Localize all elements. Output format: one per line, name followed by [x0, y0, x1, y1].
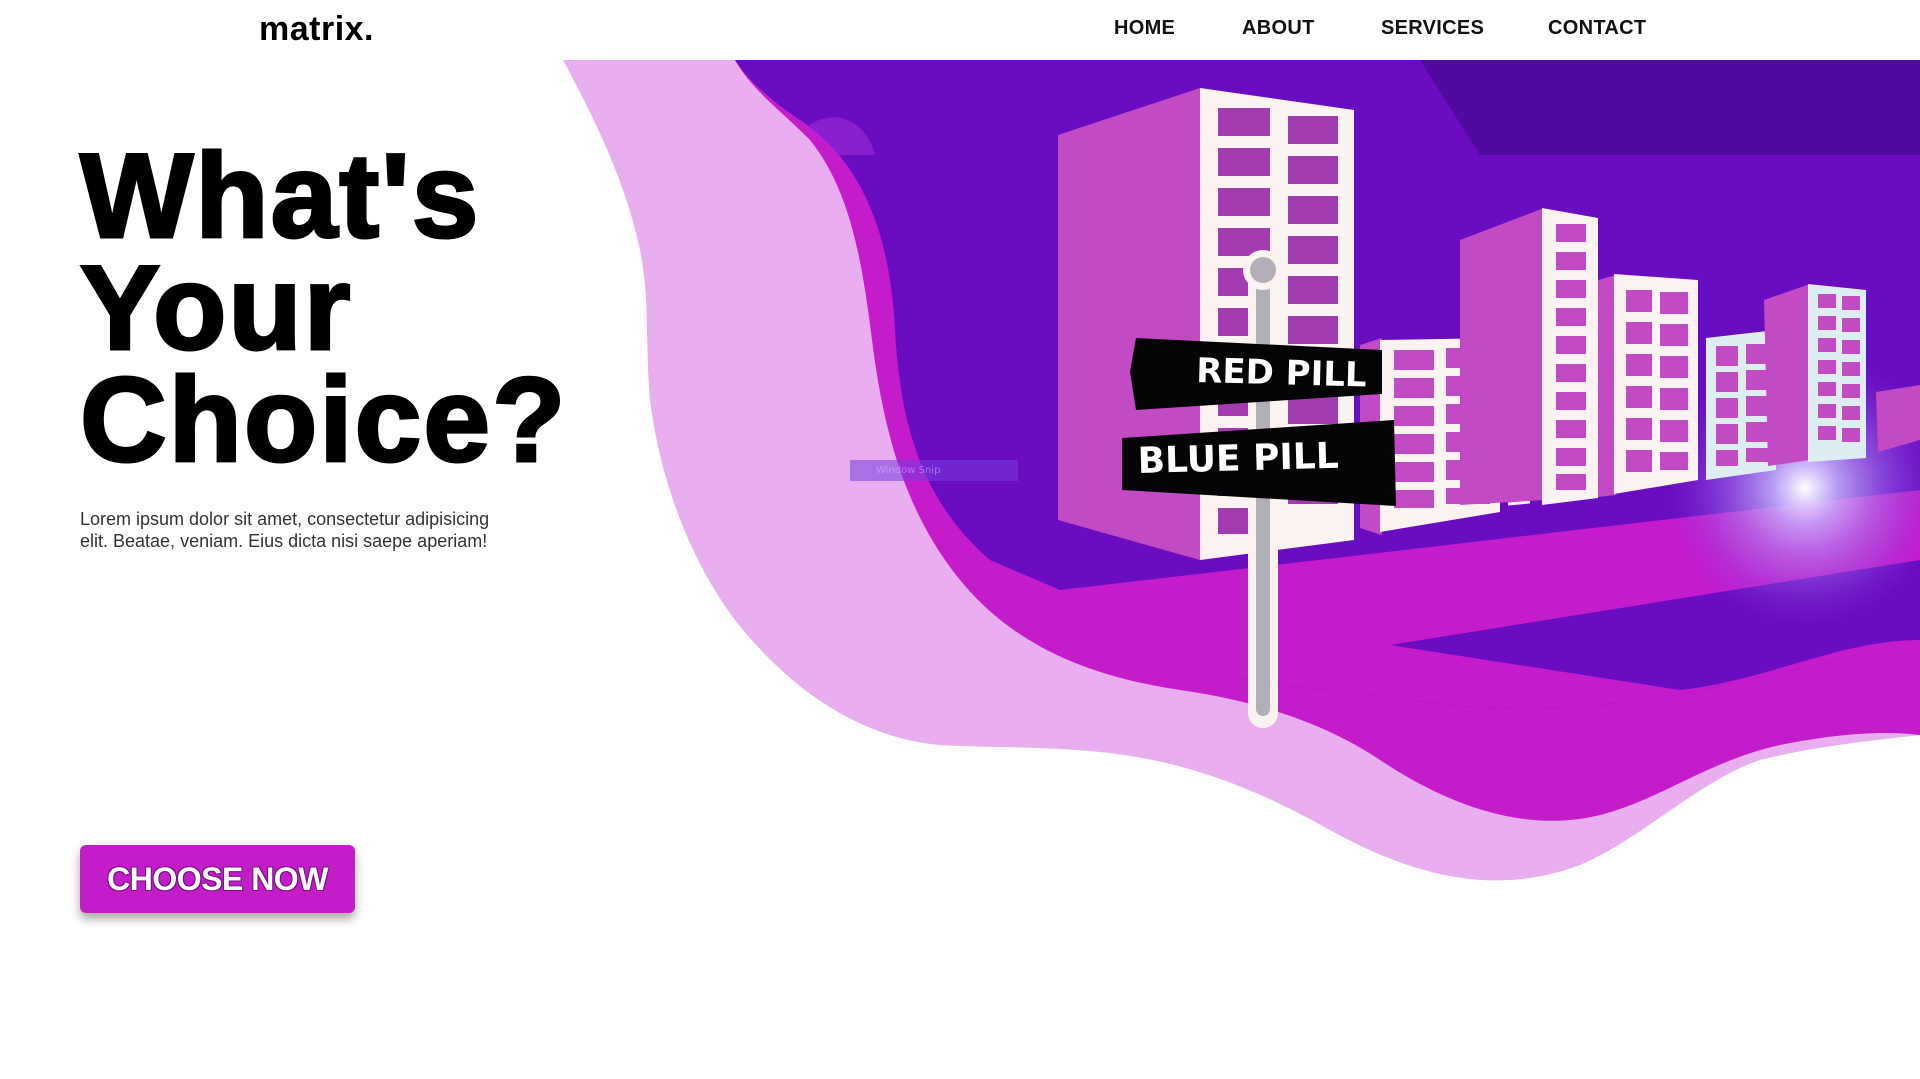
nav-home[interactable]: HOME — [1114, 17, 1175, 40]
sign-red-pill: RED PILL — [1196, 351, 1367, 395]
hero-description: Lorem ipsum dolor sit amet, consectetur … — [80, 509, 490, 551]
brand-logo[interactable]: matrix. — [259, 10, 374, 49]
nav-about[interactable]: ABOUT — [1242, 17, 1315, 40]
choose-now-button[interactable]: CHOOSE NOW — [80, 845, 355, 913]
headline-line-1: What's — [79, 129, 481, 263]
nav-services[interactable]: SERVICES — [1381, 17, 1484, 40]
sign-blue-pill: BLUE PILL — [1137, 436, 1339, 482]
headline-line-3: Choice? — [79, 353, 568, 487]
hero-headline: What's Your Choice? — [79, 129, 640, 487]
headline-line-2: Your — [79, 241, 353, 375]
nav-contact[interactable]: CONTACT — [1548, 17, 1646, 40]
